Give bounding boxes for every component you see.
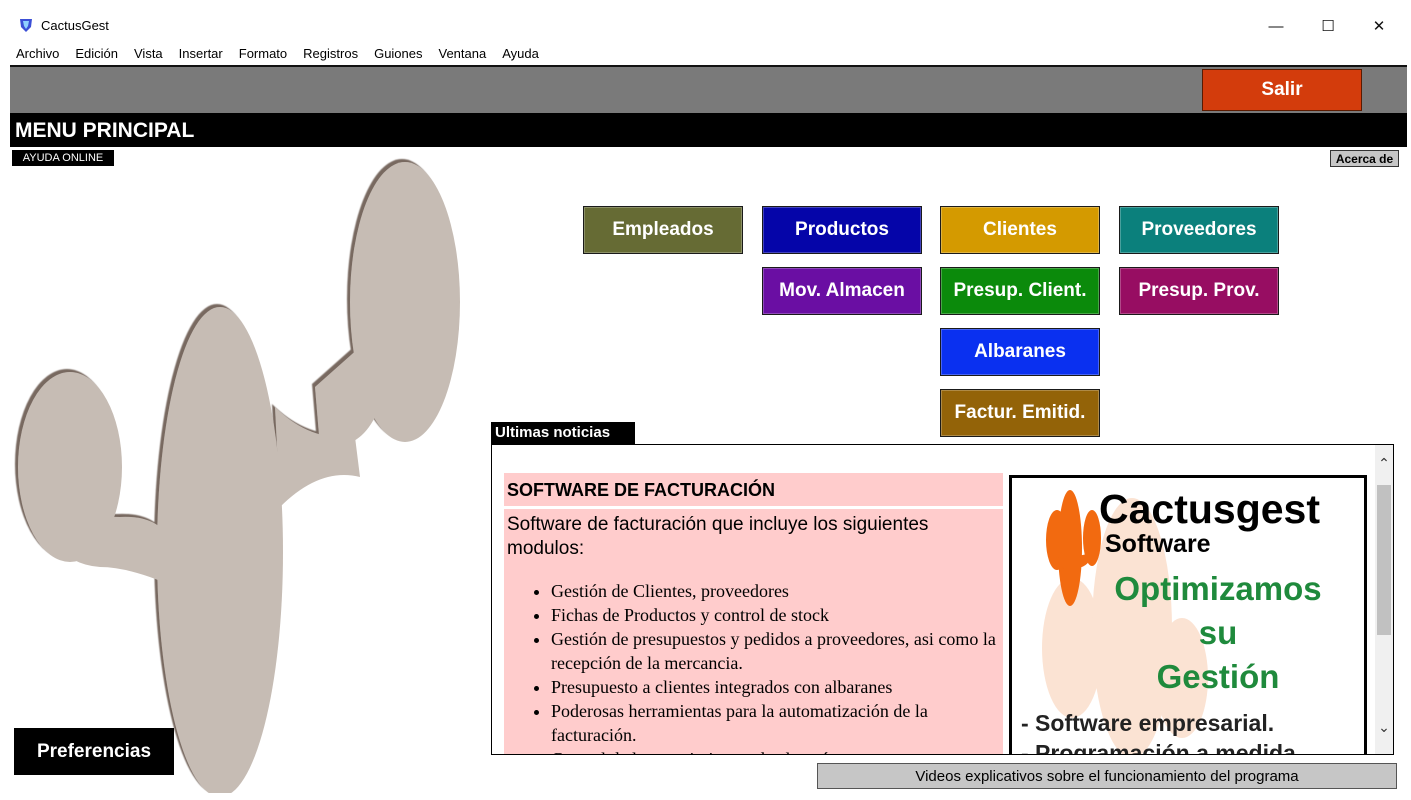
list-item: Poderosas herramientas para la automatiz… <box>551 699 1003 747</box>
preferences-button[interactable]: Preferencias <box>14 728 174 775</box>
list-item: Control de los movimientos de almacén <box>551 747 1003 754</box>
menubar: Archivo Edición Vista Insertar Formato R… <box>10 42 1407 64</box>
news-feature-list: Gestión de Clientes, proveedores Fichas … <box>504 579 1003 754</box>
menu-edicion[interactable]: Edición <box>75 46 118 61</box>
menu-ayuda[interactable]: Ayuda <box>502 46 539 61</box>
ad-slogan-line3: Gestión <box>1156 658 1280 695</box>
menu-registros[interactable]: Registros <box>303 46 358 61</box>
ad-brand-name: Cactusgest <box>1099 486 1321 532</box>
window-title: CactusGest <box>41 18 109 33</box>
news-panel[interactable]: SOFTWARE DE FACTURACIÓN Software de fact… <box>491 444 1394 755</box>
maximize-icon[interactable]: ☐ <box>1305 10 1351 42</box>
about-button[interactable]: Acerca de <box>1330 150 1399 167</box>
menu-ventana[interactable]: Ventana <box>439 46 487 61</box>
menu-guiones[interactable]: Guiones <box>374 46 422 61</box>
empleados-button[interactable]: Empleados <box>583 206 743 254</box>
news-title: SOFTWARE DE FACTURACIÓN <box>504 473 1003 509</box>
exit-button[interactable]: Salir <box>1202 69 1362 111</box>
menu-archivo[interactable]: Archivo <box>16 46 59 61</box>
list-item: Gestión de Clientes, proveedores <box>551 579 1003 603</box>
close-icon[interactable]: ✕ <box>1356 10 1402 42</box>
menu-formato[interactable]: Formato <box>239 46 287 61</box>
list-item: Fichas de Productos y control de stock <box>551 603 1003 627</box>
news-tab: Ultimas noticias <box>491 422 635 444</box>
ad-slogan-line1: Optimizamos <box>1114 570 1322 607</box>
menu-vista[interactable]: Vista <box>134 46 163 61</box>
ad-feature-1: - Software empresarial. <box>1021 710 1275 736</box>
cactus-illustration <box>18 162 460 793</box>
ad-slogan-line2: su <box>1198 614 1238 651</box>
cactusgest-ad-banner: Cactusgest Software Optimizamos su Gesti… <box>1009 475 1367 755</box>
videos-tutorial-button[interactable]: Videos explicativos sobre el funcionamie… <box>817 763 1397 789</box>
factur-emitid-button[interactable]: Factur. Emitid. <box>940 389 1100 437</box>
menu-insertar[interactable]: Insertar <box>179 46 223 61</box>
main-content: AYUDA ONLINE Acerca de Empleados Product… <box>10 147 1407 793</box>
productos-button[interactable]: Productos <box>762 206 922 254</box>
news-scrollbar[interactable]: ⌃ ⌄ <box>1375 445 1393 754</box>
mov-almacen-button[interactable]: Mov. Almacen <box>762 267 922 315</box>
news-article: SOFTWARE DE FACTURACIÓN Software de fact… <box>504 473 1003 754</box>
window-titlebar: CactusGest — ☐ ✕ <box>10 10 1407 42</box>
page-title: MENU PRINCIPAL <box>15 119 195 142</box>
albaranes-button[interactable]: Albaranes <box>940 328 1100 376</box>
ad-brand-subtitle: Software <box>1105 530 1211 558</box>
presup-client-button[interactable]: Presup. Client. <box>940 267 1100 315</box>
page-header: MENU PRINCIPAL <box>10 113 1407 147</box>
news-intro: Software de facturación que incluye los … <box>507 514 929 559</box>
top-toolbar: Salir <box>10 67 1407 113</box>
list-item: Presupuesto a clientes integrados con al… <box>551 675 1003 699</box>
proveedores-button[interactable]: Proveedores <box>1119 206 1279 254</box>
clientes-button[interactable]: Clientes <box>940 206 1100 254</box>
ad-feature-2: - Programación a medida <box>1021 740 1296 755</box>
scroll-down-icon[interactable]: ⌄ <box>1375 719 1393 743</box>
scroll-thumb[interactable] <box>1377 485 1391 635</box>
list-item: Gestión de presupuestos y pedidos a prov… <box>551 627 1003 675</box>
cactusgest-app-icon <box>20 19 32 32</box>
presup-prov-button[interactable]: Presup. Prov. <box>1119 267 1279 315</box>
minimize-icon[interactable]: — <box>1253 10 1299 42</box>
scroll-up-icon[interactable]: ⌃ <box>1375 455 1393 479</box>
